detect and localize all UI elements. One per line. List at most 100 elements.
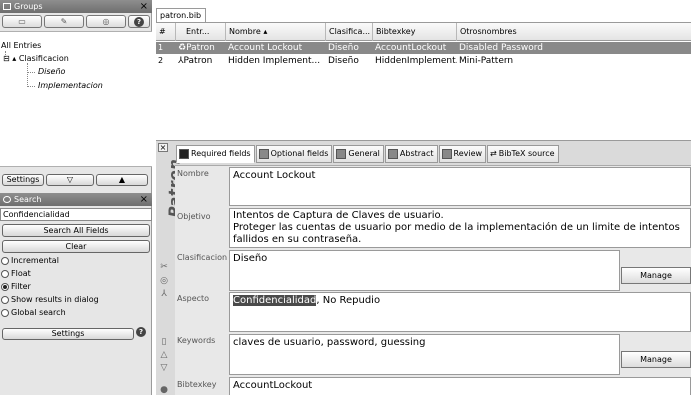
tab-label: Optional fields — [270, 149, 329, 158]
help-icon[interactable]: ● — [159, 385, 169, 395]
field-label-aspecto: Aspecto — [177, 294, 210, 303]
move-down-button[interactable]: ▽ — [46, 174, 94, 186]
groups-tree: All Entries ⊟ ▴ Clasificacion Diseño Imp… — [0, 31, 152, 167]
close-icon[interactable]: × — [140, 193, 148, 206]
tab-general[interactable]: General — [333, 145, 384, 163]
close-icon[interactable]: × — [140, 0, 148, 13]
table-row[interactable]: 1 ♻Patron Account Lockout Diseño Account… — [156, 42, 691, 54]
search-settings-button[interactable]: Settings — [2, 328, 134, 340]
field-label-clasificacion: Clasificacion — [177, 253, 228, 262]
tool-icon[interactable]: ✂ — [159, 262, 169, 272]
help-button[interactable]: ? — [128, 15, 150, 28]
groups-icon — [3, 3, 11, 10]
pdf-icon[interactable]: ⅄ — [159, 289, 169, 299]
radio-button[interactable] — [1, 256, 9, 265]
new-group-button[interactable]: ▭ — [2, 15, 42, 28]
tree-item-implementacion[interactable]: Implementacion — [38, 81, 103, 90]
row-number: 1 — [158, 43, 164, 52]
tab-label: BibTeX source — [498, 149, 555, 158]
field-label-keywords: Keywords — [177, 336, 216, 345]
column-header-number[interactable]: # — [156, 23, 176, 41]
down-icon[interactable]: ▽ — [159, 363, 169, 373]
up-icon[interactable]: △ — [159, 350, 169, 360]
radio-label: Incremental — [11, 256, 59, 265]
column-header-nombre[interactable]: Nombre ▴ — [226, 23, 326, 41]
radio-button[interactable] — [1, 269, 9, 278]
field-label-objetivo: Objetivo — [177, 212, 211, 221]
entry-type-label: Patron — [186, 43, 215, 53]
left-side-pane: Groups × ▭ ✎ ◎ ? All Entries ⊟ ▴ Clasifi… — [0, 0, 152, 395]
tree-item-clasificacion-label: Clasificacion — [18, 54, 69, 63]
column-header-clasificacion[interactable]: Clasifica... — [326, 23, 373, 41]
remove-group-icon: ◎ — [102, 17, 110, 26]
radio-filter[interactable]: Filter — [1, 282, 31, 291]
edit-group-button[interactable]: ✎ — [44, 15, 84, 28]
nombre-field[interactable]: Account Lockout — [229, 167, 691, 206]
search-input[interactable]: Confidencialidad — [0, 208, 152, 221]
table-row[interactable]: 2 ⅄Patron Hidden Implement... Diseño Hid… — [156, 55, 691, 67]
nombre-cell: Hidden Implement... — [228, 56, 321, 66]
tree-item-clasificacion[interactable]: ⊟ ▴ Clasificacion — [3, 54, 69, 63]
keywords-field[interactable]: claves de usuario, password, guessing — [229, 334, 620, 375]
manage-button[interactable]: Manage — [621, 351, 691, 368]
nombre-cell: Account Lockout — [228, 43, 303, 53]
tab-review[interactable]: Review — [438, 145, 487, 163]
objetivo-field[interactable]: Intentos de Captura de Claves de usuario… — [229, 208, 691, 248]
new-group-icon: ▭ — [18, 17, 26, 26]
tree-item-all-entries[interactable]: All Entries — [1, 41, 41, 50]
tab-bibtex-source[interactable]: ⇄ BibTeX source — [487, 145, 559, 163]
move-up-button[interactable]: ▲ — [96, 174, 148, 186]
radio-show-results-in-dialog[interactable]: Show results in dialog — [1, 295, 99, 304]
arrow-down-icon: ▽ — [66, 175, 74, 184]
aspecto-field[interactable]: Confidencialidad, No Repudio — [229, 292, 691, 332]
tree-item-diseno[interactable]: Diseño — [38, 67, 65, 76]
search-all-fields-button[interactable]: Search All Fields — [2, 224, 150, 237]
expand-icon[interactable]: ⊟ ▴ — [3, 54, 19, 63]
remove-group-button[interactable]: ◎ — [86, 15, 126, 28]
web-icon[interactable]: ◎ — [159, 276, 169, 286]
entry-editor: × Patron ✂ ◎ ⅄ ▯ △ ▽ ● Required fields O… — [156, 140, 691, 395]
radio-incremental[interactable]: Incremental — [1, 256, 59, 265]
tab-label: Review — [453, 149, 483, 158]
radio-global-search[interactable]: Global search — [1, 308, 66, 317]
entry-type-label: Patron — [183, 56, 213, 66]
optional-fields-icon — [258, 149, 269, 159]
search-icon — [3, 196, 11, 203]
required-fields-panel: Nombre Account Lockout Objetivo Intentos… — [175, 165, 691, 395]
tree-connector — [27, 72, 35, 73]
clasificacion-field[interactable]: Diseño — [229, 250, 620, 291]
radio-button[interactable] — [1, 308, 9, 317]
file-tab[interactable]: patron.bib — [156, 8, 206, 22]
tab-label: General — [348, 149, 380, 158]
clear-button[interactable]: Clear — [2, 240, 150, 253]
tree-connector — [27, 86, 35, 87]
tab-optional-fields[interactable]: Optional fields — [255, 145, 333, 163]
column-header-otrosnombres[interactable]: Otrosnombres — [457, 23, 691, 41]
bibtexkey-field[interactable]: AccountLockout — [229, 377, 691, 395]
search-panel-header: Search × — [0, 193, 152, 206]
groups-settings-button[interactable]: Settings — [2, 174, 44, 186]
search-help-button[interactable]: ? — [136, 327, 146, 337]
entry-type-title: Patron — [157, 159, 183, 218]
tab-required-fields[interactable]: Required fields — [176, 145, 255, 163]
search-title: Search — [14, 195, 42, 204]
clasificacion-cell: Diseño — [328, 56, 359, 66]
field-label-bibtexkey: Bibtexkey — [177, 380, 217, 389]
radio-label: Global search — [11, 308, 66, 317]
groups-toolbar: ▭ ✎ ◎ ? — [2, 15, 150, 29]
close-icon[interactable]: × — [158, 143, 168, 152]
tab-abstract[interactable]: Abstract — [384, 145, 438, 163]
groups-title: Groups — [14, 2, 43, 11]
arrow-up-icon: ▲ — [118, 175, 126, 184]
entry-type-cell: ♻Patron — [176, 42, 226, 54]
help-icon: ? — [134, 16, 144, 27]
radio-button[interactable] — [1, 295, 9, 304]
entry-type-cell: ⅄Patron — [176, 55, 226, 67]
radio-button-selected[interactable] — [1, 282, 9, 291]
copy-icon[interactable]: ▯ — [159, 337, 169, 347]
objetivo-line: Intentos de Captura de Claves de usuario… — [233, 210, 444, 221]
column-header-bibtexkey[interactable]: Bibtexkey — [373, 23, 457, 41]
column-header-entry-type[interactable]: Entr... — [176, 23, 226, 41]
manage-button[interactable]: Manage — [621, 267, 691, 284]
radio-float[interactable]: Float — [1, 269, 31, 278]
